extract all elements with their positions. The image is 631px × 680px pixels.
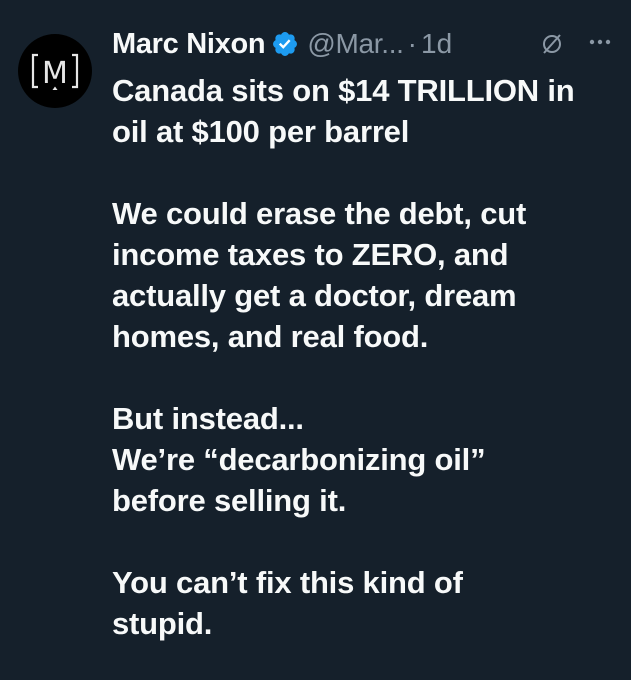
grok-icon[interactable] bbox=[538, 30, 566, 58]
tweet-line: before selling it. bbox=[112, 483, 347, 518]
tweet-line: income taxes to ZERO, and bbox=[112, 237, 509, 272]
tweet-line: We could erase the debt, cut bbox=[112, 196, 527, 231]
avatar-letter: M bbox=[42, 56, 68, 91]
avatar-logo-icon: M bbox=[31, 53, 79, 91]
tweet[interactable]: M Marc Nixon @Mar... · 1d Canada sits on… bbox=[0, 0, 631, 680]
avatar[interactable]: M bbox=[18, 34, 92, 108]
author-handle[interactable]: @Mar... bbox=[307, 28, 404, 60]
tweet-paragraph: Canada sits on $14 TRILLION in oil at $10… bbox=[112, 70, 624, 152]
tweet-paragraph: We could erase the debt, cut income taxes… bbox=[112, 193, 624, 357]
verified-badge-icon bbox=[271, 30, 299, 58]
tweet-line: We’re “decarbonizing oil” bbox=[112, 442, 486, 477]
tweet-line: actually get a doctor, dream bbox=[112, 278, 517, 313]
tweet-line: But instead... bbox=[112, 401, 304, 436]
tweet-line: You can’t fix this kind of bbox=[112, 565, 463, 600]
more-icon[interactable] bbox=[584, 28, 616, 56]
tweet-time[interactable]: 1d bbox=[421, 28, 452, 60]
tweet-text: Canada sits on $14 TRILLION in oil at $10… bbox=[112, 70, 624, 644]
tweet-paragraph: You can’t fix this kind of stupid. bbox=[112, 562, 624, 644]
tweet-line: oil at $100 per barrel bbox=[112, 114, 410, 149]
author-name[interactable]: Marc Nixon bbox=[112, 28, 266, 61]
tweet-line: homes, and real food. bbox=[112, 319, 429, 354]
tweet-paragraph: But instead... We’re “decarbonizing oil” b… bbox=[112, 398, 624, 521]
tweet-line: Canada sits on $14 TRILLION in bbox=[112, 73, 575, 108]
tweet-header: Marc Nixon @Mar... · 1d bbox=[112, 22, 452, 66]
separator-dot: · bbox=[407, 28, 417, 59]
tweet-line: stupid. bbox=[112, 606, 213, 641]
